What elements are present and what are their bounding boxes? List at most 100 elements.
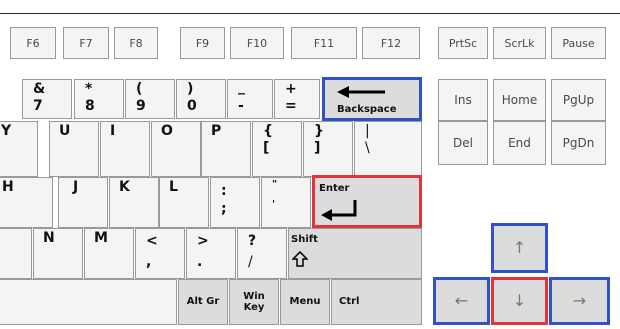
pause-key[interactable]: Pause — [551, 27, 606, 59]
key-comma[interactable]: < , — [135, 228, 185, 279]
pgdn-key[interactable]: PgDn — [551, 121, 606, 165]
key-h-label: H — [2, 179, 14, 195]
key-8-label: 8 — [85, 98, 95, 114]
f11-key[interactable]: F11 — [291, 27, 357, 59]
key-k-label: K — [119, 179, 130, 195]
key-p-label: P — [211, 123, 222, 139]
key-equals-label: = — [285, 98, 297, 114]
key-n[interactable]: N — [33, 228, 83, 279]
win-key[interactable]: Win Key — [229, 279, 279, 325]
shift-label: Shift — [291, 234, 318, 245]
pgup-key[interactable]: PgUp — [551, 79, 606, 121]
key-7-label: 7 — [33, 98, 43, 114]
key-quote[interactable]: " ' — [261, 177, 311, 228]
home-key[interactable]: Home — [493, 79, 546, 121]
key-9-paren[interactable]: ( 9 — [125, 79, 175, 119]
key-j-label: J — [73, 179, 79, 195]
key-equals-shift-label: + — [285, 81, 297, 97]
top-divider — [0, 13, 620, 14]
prtsc-key[interactable]: PrtSc — [438, 27, 488, 59]
key-backslash[interactable]: | \ — [354, 121, 422, 177]
key-period-label: . — [197, 254, 203, 270]
alt-gr-key[interactable]: Alt Gr — [178, 279, 228, 325]
key-7-ampersand[interactable]: & 7 — [22, 79, 72, 119]
f9-key[interactable]: F9 — [180, 27, 225, 59]
f6-key[interactable]: F6 — [10, 27, 56, 59]
key-close-bracket[interactable]: } ] — [303, 121, 353, 177]
arrow-left-icon: ← — [454, 291, 469, 310]
enter-arrow-icon — [321, 200, 357, 221]
key-equals[interactable]: + = — [274, 79, 320, 119]
key-0-label: 0 — [187, 98, 197, 114]
enter-label: Enter — [319, 183, 350, 194]
key-slash[interactable]: ? / — [237, 228, 287, 279]
arrow-right-key[interactable]: → — [549, 277, 610, 325]
key-semicolon-label: ; — [221, 201, 227, 217]
f7-key[interactable]: F7 — [63, 27, 109, 59]
key-less-than-label: < — [146, 233, 158, 249]
key-single-quote-label: ' — [272, 199, 276, 210]
key-open-bracket[interactable]: { [ — [252, 121, 302, 177]
f12-key[interactable]: F12 — [362, 27, 420, 59]
right-ctrl-key[interactable]: Ctrl — [331, 279, 422, 325]
key-u-label: U — [59, 123, 71, 139]
key-h[interactable]: H — [0, 177, 53, 228]
key-0-shift-label: ) — [187, 81, 194, 97]
key-double-quote-label: " — [272, 179, 278, 190]
key-period[interactable]: > . — [186, 228, 236, 279]
key-open-bracket-label: [ — [263, 140, 270, 156]
space-bar[interactable] — [0, 279, 177, 325]
key-i[interactable]: I — [100, 121, 150, 177]
key-question-label: ? — [248, 233, 257, 249]
key-i-label: I — [110, 123, 116, 139]
key-y-label: Y — [1, 123, 12, 139]
f8-key[interactable]: F8 — [114, 27, 158, 59]
key-o-label: O — [161, 123, 173, 139]
key-9-shift-label: ( — [136, 81, 143, 97]
arrow-down-key[interactable]: ↓ — [491, 277, 548, 325]
key-semicolon[interactable]: : ; — [210, 177, 260, 228]
key-9-label: 9 — [136, 98, 146, 114]
key-0-paren[interactable]: ) 0 — [176, 79, 226, 119]
ins-key[interactable]: Ins — [438, 79, 488, 121]
end-key[interactable]: End — [493, 121, 546, 165]
key-u[interactable]: U — [49, 121, 99, 177]
key-close-brace-label: } — [314, 123, 324, 139]
key-8-shift-label: * — [85, 81, 93, 97]
key-open-brace-label: { — [263, 123, 273, 139]
key-j[interactable]: J — [58, 177, 108, 228]
del-key[interactable]: Del — [438, 121, 488, 165]
key-b[interactable] — [0, 228, 32, 279]
key-y[interactable]: Y — [0, 121, 38, 177]
arrow-down-icon: ↓ — [512, 291, 527, 310]
key-8-asterisk[interactable]: * 8 — [74, 79, 124, 119]
arrow-right-icon: → — [572, 291, 587, 310]
key-comma-label: , — [146, 254, 152, 270]
f10-key[interactable]: F10 — [230, 27, 284, 59]
key-minus-label: - — [238, 98, 244, 114]
shift-key[interactable]: Shift — [288, 228, 422, 279]
arrow-up-icon: ↑ — [512, 238, 527, 257]
backspace-key[interactable]: Backspace — [322, 77, 422, 121]
key-m[interactable]: M — [84, 228, 134, 279]
key-slash-label: / — [248, 254, 253, 270]
key-minus-shift-label: _ — [238, 79, 245, 95]
key-k[interactable]: K — [109, 177, 159, 228]
arrow-up-key[interactable]: ↑ — [491, 223, 548, 273]
backspace-label: Backspace — [337, 104, 397, 115]
key-7-shift-label: & — [33, 81, 46, 97]
backspace-arrow-icon — [337, 86, 385, 98]
key-close-bracket-label: ] — [314, 140, 321, 156]
key-colon-label: : — [221, 183, 227, 199]
key-l[interactable]: L — [159, 177, 209, 228]
enter-key[interactable]: Enter — [312, 175, 422, 228]
key-pipe-label: | — [365, 123, 370, 139]
arrow-left-key[interactable]: ← — [433, 277, 490, 325]
shift-arrow-icon — [292, 251, 308, 267]
menu-key[interactable]: Menu — [280, 279, 330, 325]
key-o[interactable]: O — [151, 121, 201, 177]
key-n-label: N — [43, 230, 55, 246]
scrlk-key[interactable]: ScrLk — [493, 27, 546, 59]
key-p[interactable]: P — [201, 121, 251, 177]
key-minus[interactable]: _ - — [227, 79, 273, 119]
